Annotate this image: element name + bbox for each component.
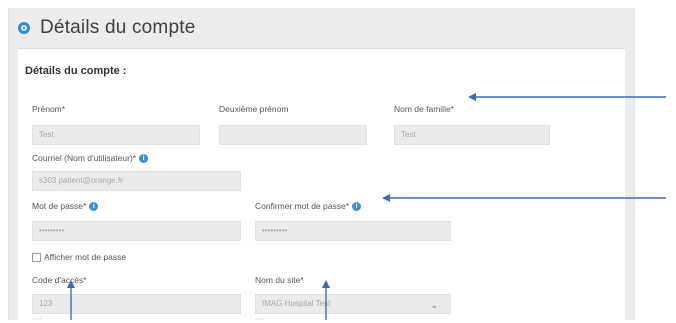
annotation-arrows — [67, 93, 666, 320]
